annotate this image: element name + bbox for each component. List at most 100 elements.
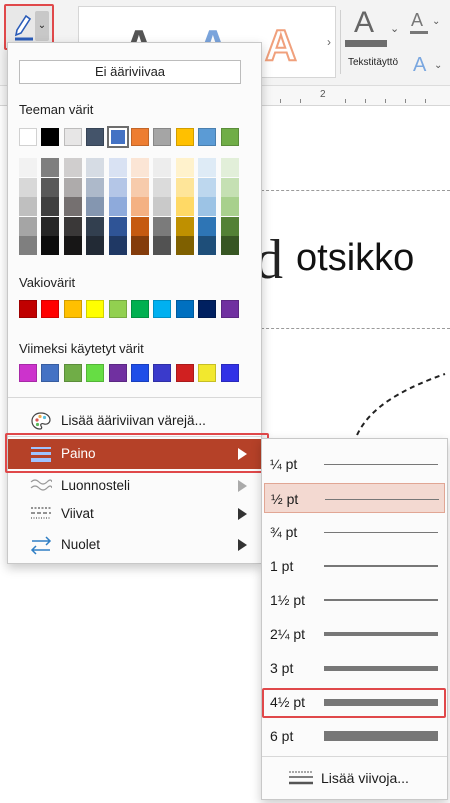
theme-shade-swatch[interactable] xyxy=(86,216,105,236)
standard-color-swatch[interactable] xyxy=(108,300,127,318)
weight-option[interactable]: 1 pt xyxy=(264,551,445,581)
recent-color-swatch[interactable] xyxy=(175,364,194,382)
theme-shade-swatch[interactable] xyxy=(131,197,149,217)
standard-color-swatch[interactable] xyxy=(19,300,37,318)
theme-shade-swatch[interactable] xyxy=(41,216,60,236)
theme-shade-swatch[interactable] xyxy=(220,216,239,236)
theme-shade-swatch[interactable] xyxy=(108,236,127,256)
theme-shade-swatch[interactable] xyxy=(41,236,60,256)
weight-option[interactable]: ¾ pt xyxy=(264,517,445,547)
standard-color-swatch[interactable] xyxy=(41,300,60,318)
weight-option[interactable]: ½ pt xyxy=(264,483,445,513)
more-lines-item[interactable]: Lisää viivoja... xyxy=(262,761,447,793)
standard-color-swatch[interactable] xyxy=(153,300,172,318)
recent-color-swatch[interactable] xyxy=(198,364,217,382)
theme-color-swatch[interactable] xyxy=(131,128,149,146)
theme-shade-swatch[interactable] xyxy=(63,177,82,197)
theme-color-swatch[interactable] xyxy=(153,128,172,146)
theme-shade-swatch[interactable] xyxy=(63,236,82,256)
theme-shade-swatch[interactable] xyxy=(86,177,105,197)
sketched-item[interactable]: Luonnosteli xyxy=(8,471,261,501)
theme-shade-swatch[interactable] xyxy=(108,177,127,197)
theme-shade-swatch[interactable] xyxy=(19,158,37,177)
text-fill-icon[interactable]: A xyxy=(354,6,374,40)
text-fill-label[interactable]: Tekstitäyttö xyxy=(348,57,398,68)
theme-shade-swatch[interactable] xyxy=(86,158,105,177)
weight-option[interactable]: 1½ pt xyxy=(264,585,445,615)
recent-color-swatch[interactable] xyxy=(19,364,37,382)
weight-option[interactable]: 6 pt xyxy=(264,721,445,751)
standard-color-swatch[interactable] xyxy=(86,300,105,318)
theme-color-swatch[interactable] xyxy=(106,126,129,148)
standard-color-swatch[interactable] xyxy=(198,300,217,318)
theme-shade-swatch[interactable] xyxy=(153,158,172,177)
standard-color-swatch[interactable] xyxy=(63,300,82,318)
text-effects-icon[interactable]: A xyxy=(413,54,426,77)
theme-shade-swatch[interactable] xyxy=(175,197,194,217)
standard-color-swatch[interactable] xyxy=(175,300,194,318)
theme-shade-swatch[interactable] xyxy=(86,197,105,217)
dashes-item[interactable]: Viivat xyxy=(8,499,261,529)
theme-shade-swatch[interactable] xyxy=(108,158,127,177)
theme-shade-swatch[interactable] xyxy=(63,158,82,177)
recent-color-swatch[interactable] xyxy=(153,364,172,382)
theme-color-swatch[interactable] xyxy=(19,128,37,146)
recent-color-swatch[interactable] xyxy=(63,364,82,382)
theme-shade-swatch[interactable] xyxy=(153,236,172,256)
theme-shade-swatch[interactable] xyxy=(86,236,105,256)
weight-option[interactable]: ¼ pt xyxy=(264,449,445,479)
theme-shade-swatch[interactable] xyxy=(153,197,172,217)
theme-shade-swatch[interactable] xyxy=(131,158,149,177)
theme-shade-swatch[interactable] xyxy=(220,236,239,256)
theme-color-swatch[interactable] xyxy=(175,128,194,146)
theme-shade-swatch[interactable] xyxy=(220,197,239,217)
theme-shade-swatch[interactable] xyxy=(41,158,60,177)
theme-shade-swatch[interactable] xyxy=(198,197,217,217)
weight-option[interactable]: 4½ pt xyxy=(264,687,445,717)
theme-shade-swatch[interactable] xyxy=(63,216,82,236)
theme-shade-swatch[interactable] xyxy=(108,197,127,217)
chevron-down-icon[interactable]: ⌄ xyxy=(434,60,442,71)
theme-shade-swatch[interactable] xyxy=(131,216,149,236)
recent-color-swatch[interactable] xyxy=(41,364,60,382)
theme-shade-swatch[interactable] xyxy=(220,158,239,177)
theme-shade-swatch[interactable] xyxy=(198,236,217,256)
theme-shade-swatch[interactable] xyxy=(131,236,149,256)
weight-item[interactable]: Paino xyxy=(8,439,261,469)
theme-shade-swatch[interactable] xyxy=(19,216,37,236)
theme-shade-swatch[interactable] xyxy=(19,236,37,256)
theme-shade-swatch[interactable] xyxy=(131,177,149,197)
recent-color-swatch[interactable] xyxy=(131,364,149,382)
theme-shade-swatch[interactable] xyxy=(108,216,127,236)
theme-shade-swatch[interactable] xyxy=(198,158,217,177)
theme-shade-swatch[interactable] xyxy=(175,158,194,177)
recent-color-swatch[interactable] xyxy=(86,364,105,382)
theme-shade-swatch[interactable] xyxy=(19,177,37,197)
chevron-right-icon[interactable]: › xyxy=(327,35,331,49)
weight-option[interactable]: 2¼ pt xyxy=(264,619,445,649)
more-outline-colors-item[interactable]: Lisää ääriviivan värejä... xyxy=(8,406,261,436)
theme-shade-swatch[interactable] xyxy=(175,236,194,256)
wordart-style-3[interactable]: A xyxy=(264,20,298,71)
text-outline-icon[interactable]: A xyxy=(411,10,423,31)
chevron-down-icon[interactable]: ⌄ xyxy=(390,22,399,35)
weight-option[interactable]: 3 pt xyxy=(264,653,445,683)
no-outline-button[interactable]: Ei ääriviivaa xyxy=(19,60,241,84)
theme-shade-swatch[interactable] xyxy=(175,177,194,197)
arrows-item[interactable]: Nuolet xyxy=(8,530,261,560)
theme-color-swatch[interactable] xyxy=(63,128,82,146)
theme-shade-swatch[interactable] xyxy=(41,197,60,217)
theme-shade-swatch[interactable] xyxy=(198,216,217,236)
standard-color-swatch[interactable] xyxy=(131,300,149,318)
theme-shade-swatch[interactable] xyxy=(153,216,172,236)
document-title[interactable]: otsikko xyxy=(296,237,414,280)
theme-color-swatch[interactable] xyxy=(41,128,60,146)
theme-shade-swatch[interactable] xyxy=(63,197,82,217)
theme-shade-swatch[interactable] xyxy=(153,177,172,197)
theme-shade-swatch[interactable] xyxy=(19,197,37,217)
chevron-down-icon[interactable]: ⌄ xyxy=(35,11,49,41)
theme-shade-swatch[interactable] xyxy=(198,177,217,197)
theme-color-swatch[interactable] xyxy=(220,128,239,146)
theme-color-swatch[interactable] xyxy=(198,128,217,146)
chevron-down-icon[interactable]: ⌄ xyxy=(432,16,440,27)
